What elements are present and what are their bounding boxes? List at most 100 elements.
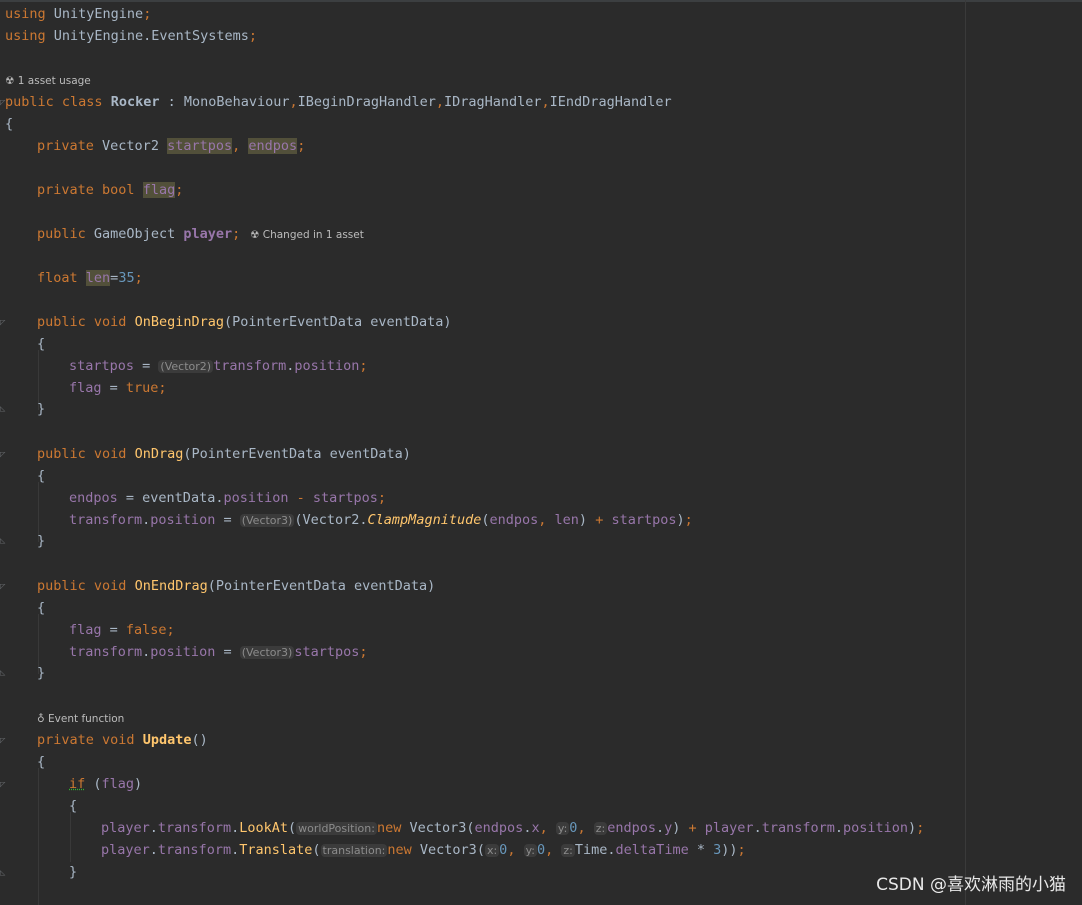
fold-icon[interactable]: ◸ (0, 98, 5, 108)
method-name: OnBeginDrag (134, 314, 224, 330)
brace: { (37, 754, 46, 770)
code-line-lookat[interactable]: player.transform.LookAt(worldPosition: ne… (101, 817, 924, 839)
fold-icon[interactable]: ◸ (0, 450, 5, 460)
field-name: endpos (69, 490, 118, 506)
code-line-onbegindrag[interactable]: public void OnBeginDrag(PointerEventData… (37, 311, 452, 333)
property-name: position (223, 490, 289, 506)
field-name: player (704, 820, 754, 836)
fold-icon[interactable]: ◺ (0, 404, 5, 414)
brace: { (37, 336, 46, 352)
field-name: flag (142, 182, 176, 198)
code-line-brace[interactable]: { (37, 597, 45, 619)
field-name: startpos (69, 358, 135, 374)
field-name: endpos (248, 138, 298, 154)
inlay-cast-hint: (Vector3) (239, 646, 295, 659)
event-function-text: Event function (48, 713, 125, 725)
field-name: startpos (167, 138, 233, 154)
code-line-brace[interactable]: } (37, 398, 45, 420)
code-editor[interactable]: using UnityEngine; using UnityEngine.Eve… (0, 0, 1082, 905)
code-line-field-vectors[interactable]: private Vector2 startpos, endpos; (37, 135, 305, 157)
code-line-using-unityengine[interactable]: using UnityEngine; (5, 3, 151, 25)
parameter-list: (PointerEventData eventData) (207, 578, 436, 594)
variable-name: eventData (142, 490, 216, 506)
code-line-ondrag[interactable]: public void OnDrag(PointerEventData even… (37, 443, 411, 465)
code-line-brace[interactable]: { (37, 333, 45, 355)
inlay-parameter-hint: z: (593, 822, 608, 835)
code-line-class-open-brace[interactable]: { (5, 113, 13, 135)
code-line-flag-true[interactable]: flag = true; (69, 377, 167, 399)
inlay-cast-hint: (Vector2) (158, 360, 214, 373)
code-line-flag-false[interactable]: flag = false; (69, 619, 175, 641)
code-line-brace[interactable]: } (69, 861, 77, 883)
keyword: public (37, 226, 86, 242)
type-name: GameObject (93, 226, 176, 242)
fold-icon[interactable]: ◺ (0, 668, 5, 678)
code-line-assign-startpos[interactable]: startpos = (Vector2) transform.position; (69, 355, 368, 377)
comma: , (435, 94, 444, 110)
brace: { (37, 600, 46, 616)
keyword: private (37, 138, 94, 154)
code-line-brace[interactable]: } (37, 662, 45, 684)
changed-in-asset-hint[interactable]: ☢ Changed in 1 asset (250, 227, 364, 243)
semicolon: ; (232, 226, 241, 242)
code-line-assign-endpos[interactable]: endpos = eventData.position - startpos; (69, 487, 386, 509)
fold-icon[interactable]: ◸ (0, 736, 5, 746)
field-name: len (554, 512, 579, 528)
semicolon: ; (143, 6, 152, 22)
type-name: Vector3 (409, 820, 467, 836)
field-name: flag (69, 622, 102, 638)
indent-guide (38, 768, 39, 905)
code-line-translate[interactable]: player.transform.Translate(translation: n… (101, 839, 746, 861)
code-line-assign-position[interactable]: transform.position = (Vector3) (Vector2.C… (69, 509, 693, 531)
semicolon: ; (916, 820, 925, 836)
code-line-update[interactable]: private void Update() (37, 729, 208, 751)
code-line-onenddrag[interactable]: public void OnEndDrag(PointerEventData e… (37, 575, 435, 597)
interface-name: IDragHandler (443, 94, 542, 110)
code-line-brace[interactable]: } (37, 530, 45, 552)
code-line-brace[interactable]: { (37, 465, 45, 487)
number-literal: 35 (118, 270, 135, 286)
inlay-parameter-hint: z: (561, 844, 575, 857)
fold-icon[interactable]: ◸ (0, 318, 5, 328)
code-line-field-len[interactable]: float len=35; (37, 267, 143, 289)
brace: { (37, 468, 46, 484)
keyword: true (125, 380, 159, 396)
field-name: endpos (474, 820, 524, 836)
fold-icon[interactable]: ◸ (0, 780, 5, 790)
property-name: position (843, 820, 909, 836)
asset-usage-text: 1 asset usage (17, 75, 91, 87)
event-function-hint[interactable]: ♁ Event function (37, 711, 124, 727)
brace: } (69, 864, 78, 880)
property-name: position (294, 358, 360, 374)
parameter-list: (PointerEventData eventData) (223, 314, 452, 330)
code-line-using-eventsystems[interactable]: using UnityEngine.EventSystems; (5, 25, 257, 47)
code-line-reset-position[interactable]: transform.position = (Vector3) startpos; (69, 641, 368, 663)
fold-icon[interactable]: ◺ (0, 868, 5, 878)
code-line-class-declaration[interactable]: public class Rocker : MonoBehaviour,IBeg… (5, 91, 672, 113)
comma: , (289, 94, 298, 110)
field-name: endpos (607, 820, 656, 836)
inlay-cast-hint: (Vector3) (239, 514, 295, 527)
property-name: transform (761, 820, 835, 836)
field-name: flag (69, 380, 102, 396)
property-name: position (150, 644, 216, 660)
code-line-brace[interactable]: { (69, 795, 77, 817)
method-name: OnDrag (134, 446, 184, 462)
keyword: void (93, 446, 127, 462)
keyword: float (37, 270, 78, 286)
keyword: public (37, 578, 86, 594)
field-name: startpos (294, 644, 360, 660)
property-name: transform (157, 842, 232, 858)
fold-icon[interactable]: ◺ (0, 536, 5, 546)
code-line-if-flag[interactable]: if (flag) (69, 773, 142, 795)
code-line-field-flag[interactable]: private bool flag; (37, 179, 183, 201)
asset-usage-hint[interactable]: ☢ 1 asset usage (5, 73, 91, 89)
inlay-parameter-hint: x: (484, 844, 500, 857)
code-line-brace[interactable]: { (37, 751, 45, 773)
fold-icon[interactable]: ◸ (0, 582, 5, 592)
code-line-field-player[interactable]: public GameObject player; (37, 223, 240, 245)
field-name: len (85, 270, 111, 286)
field-name: player (101, 842, 150, 858)
method-name: Update (142, 732, 192, 748)
indent-guide (70, 812, 71, 862)
